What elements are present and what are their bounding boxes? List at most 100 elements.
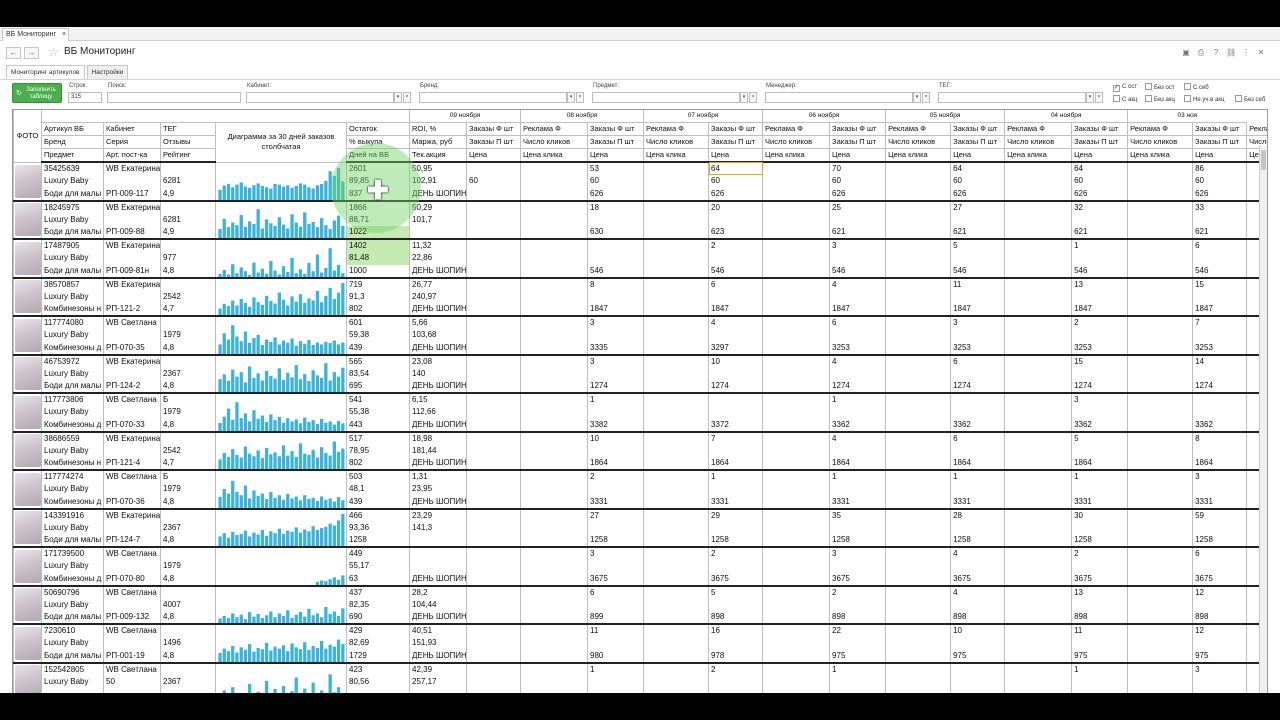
- day-cell[interactable]: 3675: [1192, 572, 1247, 587]
- day-cell[interactable]: 3253: [1192, 341, 1247, 356]
- cell-brand[interactable]: Luxury Baby: [41, 483, 104, 496]
- day-cell[interactable]: [1071, 213, 1128, 226]
- day-cell[interactable]: [829, 444, 886, 457]
- day-cell[interactable]: [829, 688, 886, 693]
- cell-roi[interactable]: 26,77: [409, 277, 467, 291]
- cell-brand[interactable]: Luxury Baby: [41, 329, 104, 342]
- day-cell[interactable]: [1192, 367, 1247, 380]
- cell-cab[interactable]: WB Екатерина: [103, 354, 161, 368]
- day-cell[interactable]: [708, 637, 763, 650]
- day-cell[interactable]: 1274: [1071, 380, 1128, 394]
- cell-buyout[interactable]: 80,56: [346, 675, 410, 688]
- cell-promo[interactable]: ДЕНЬ ШОПИНГ: [409, 611, 467, 625]
- day-cell[interactable]: [1071, 406, 1128, 419]
- cabinet-clear-icon[interactable]: ×: [403, 92, 411, 103]
- day-cell[interactable]: [829, 675, 886, 688]
- table-row[interactable]: Боди для малы РП-009-88 4,9 1022 630 623 621 62…: [14, 226, 1267, 240]
- day-cell[interactable]: [465, 675, 521, 688]
- cell-stock[interactable]: 503: [346, 470, 410, 483]
- day-cell[interactable]: [1071, 444, 1128, 457]
- day-cell[interactable]: [643, 175, 709, 188]
- day-cell[interactable]: [1127, 495, 1193, 510]
- cell-art[interactable]: 46753972: [41, 354, 104, 368]
- day-column-header[interactable]: Заказы П шт: [950, 135, 1005, 149]
- day-cell[interactable]: [1127, 444, 1193, 457]
- table-row[interactable]: Luxury Baby 2367 93,36 141,3: [14, 521, 1267, 534]
- check-without-cost[interactable]: Без себ: [1235, 95, 1265, 104]
- day-cell[interactable]: [885, 611, 951, 625]
- day-cell[interactable]: 4: [829, 431, 886, 445]
- cell-promo[interactable]: [409, 534, 467, 548]
- day-cell[interactable]: [1127, 418, 1193, 433]
- day-cell[interactable]: [643, 367, 709, 380]
- day-cell[interactable]: 8: [587, 277, 644, 291]
- cell-days[interactable]: 1729: [346, 649, 410, 664]
- day-cell[interactable]: [1004, 380, 1072, 394]
- check-without-promo[interactable]: Без акц: [1145, 95, 1175, 104]
- table-row[interactable]: Комбинезоны д РП-070-36 4,8 439 ДЕНЬ ШОПИНГ 3…: [14, 495, 1267, 510]
- day-cell[interactable]: [762, 290, 830, 303]
- day-cell[interactable]: [950, 406, 1005, 419]
- day-column-header[interactable]: Число кликов: [1127, 135, 1193, 149]
- day-cell[interactable]: [1071, 521, 1128, 534]
- day-cell[interactable]: 626: [587, 187, 644, 202]
- cell-art[interactable]: 117773806: [41, 393, 104, 406]
- product-photo[interactable]: [13, 239, 42, 279]
- day-cell[interactable]: [520, 162, 588, 175]
- day-cell[interactable]: [1127, 560, 1193, 573]
- day-cell[interactable]: [643, 611, 709, 625]
- day-cell[interactable]: [587, 688, 644, 693]
- cell-roi[interactable]: 50,29: [409, 200, 467, 214]
- day-column-header[interactable]: Реклама Ф: [643, 122, 709, 136]
- day-cell[interactable]: [1127, 688, 1193, 693]
- day-cell[interactable]: [643, 457, 709, 471]
- day-cell[interactable]: [885, 637, 951, 650]
- cell-days[interactable]: 690: [346, 611, 410, 625]
- day-cell[interactable]: 1847: [1192, 303, 1247, 317]
- cell-series[interactable]: [103, 252, 161, 265]
- day-cell[interactable]: [1192, 406, 1247, 419]
- day-cell[interactable]: [885, 560, 951, 573]
- day-cell[interactable]: [829, 367, 886, 380]
- day-cell[interactable]: [829, 213, 886, 226]
- cell-supp[interactable]: РП-070-35: [103, 341, 161, 356]
- day-cell[interactable]: [1192, 444, 1247, 457]
- day-cell[interactable]: 20: [708, 200, 763, 214]
- cell-art[interactable]: 171739500: [41, 547, 104, 560]
- day-cell[interactable]: [587, 290, 644, 303]
- day-cell[interactable]: [520, 264, 588, 279]
- day-cell[interactable]: 1258: [587, 534, 644, 548]
- column-header[interactable]: ТЕГ: [160, 122, 216, 136]
- day-cell[interactable]: [643, 226, 709, 240]
- table-row[interactable]: Боди для малы РП-009-81н 4,8 1000 ДЕНЬ ШОПИН…: [14, 264, 1267, 279]
- day-cell[interactable]: 1274: [587, 380, 644, 394]
- product-photo[interactable]: [13, 354, 42, 394]
- cell-tag[interactable]: [160, 662, 216, 676]
- cell-cab[interactable]: WB Екатерина: [103, 277, 161, 291]
- day-cell[interactable]: [520, 560, 588, 573]
- cell-art[interactable]: 7230610: [41, 624, 104, 637]
- product-photo[interactable]: [13, 470, 42, 510]
- day-cell[interactable]: 621: [829, 226, 886, 240]
- day-cell[interactable]: 621: [1192, 226, 1247, 240]
- product-photo[interactable]: [13, 277, 42, 317]
- day-cell[interactable]: [762, 431, 830, 445]
- cell-cab[interactable]: WB Екатерина: [103, 431, 161, 445]
- day-cell[interactable]: [465, 637, 521, 650]
- day-cell[interactable]: [1127, 585, 1193, 599]
- day-cell[interactable]: [829, 290, 886, 303]
- day-cell[interactable]: 27: [950, 200, 1005, 214]
- day-column-header[interactable]: Цена клика: [643, 148, 709, 163]
- day-cell[interactable]: [1127, 252, 1193, 265]
- day-cell[interactable]: [587, 637, 644, 650]
- day-column-header[interactable]: Цена: [708, 148, 763, 163]
- day-cell[interactable]: [1004, 418, 1072, 433]
- day-cell[interactable]: [465, 252, 521, 265]
- table-row[interactable]: Комбинезоны д РП-070-33 4,8 443 ДЕНЬ ШОПИНГ 3…: [14, 418, 1267, 433]
- day-column-header[interactable]: Реклама Ф: [885, 122, 951, 136]
- day-cell[interactable]: [1127, 187, 1193, 202]
- table-row[interactable]: Luxury Baby 2542 91,3 240,97: [14, 290, 1267, 303]
- day-cell[interactable]: [762, 611, 830, 625]
- cell-days[interactable]: 1258: [346, 534, 410, 548]
- day-cell[interactable]: 60: [950, 175, 1005, 188]
